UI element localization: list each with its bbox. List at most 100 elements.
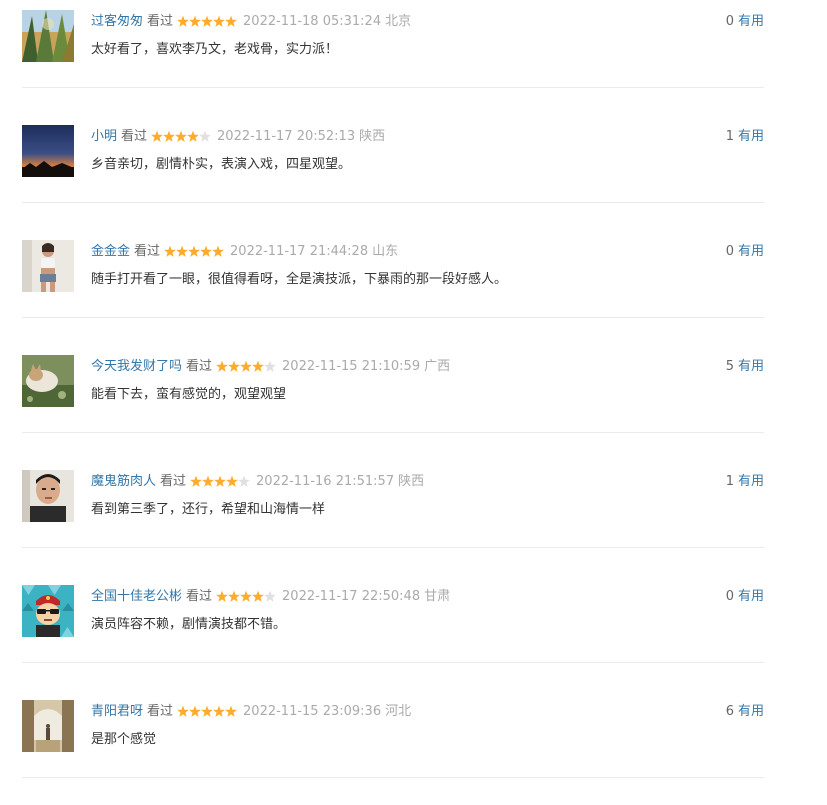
comment-time: 2022-11-15 23:09:36 xyxy=(243,704,382,719)
star-filled-icon xyxy=(202,475,214,487)
star-rating xyxy=(151,130,211,143)
star-filled-icon xyxy=(176,245,188,257)
comment-meta: 青阳君呀 看过 2022-11-15 23:09:36 河北 xyxy=(91,703,411,721)
avatar[interactable] xyxy=(22,700,74,752)
watched-label: 看过 xyxy=(134,244,161,259)
avatar[interactable] xyxy=(22,10,74,62)
star-filled-icon xyxy=(201,15,213,27)
star-rating-icon xyxy=(190,475,250,487)
watched-label: 看过 xyxy=(147,704,174,719)
comment-item: 今天我发财了吗 看过 2022-11-15 21:10:59 广西 5 有用 能看下去，… xyxy=(22,345,764,460)
avatar[interactable] xyxy=(22,125,74,177)
avatar[interactable] xyxy=(22,470,74,522)
star-filled-icon xyxy=(214,475,226,487)
divider xyxy=(22,777,764,778)
useful-button[interactable]: 有用 xyxy=(738,474,764,489)
divider xyxy=(22,87,764,88)
comment-item: 全国十佳老公彬 看过 2022-11-17 22:50:48 甘肃 0 有用 演员阵容不… xyxy=(22,575,764,690)
useful-count: 1 xyxy=(725,129,734,144)
username-link[interactable]: 青阳君呀 xyxy=(91,704,143,719)
useful-button[interactable]: 有用 xyxy=(738,359,764,374)
star-rating xyxy=(216,360,276,373)
star-filled-icon xyxy=(216,360,228,372)
comment-item: 青阳君呀 看过 2022-11-15 23:09:36 河北 6 有用 是那个感觉 xyxy=(22,690,764,805)
username-link[interactable]: 今天我发财了吗 xyxy=(91,359,182,374)
comment-item: 过客匆匆 看过 2022-11-18 05:31:24 北京 0 有用 太好看了，喜欢李… xyxy=(22,0,764,115)
comment-text: 是那个感觉 xyxy=(91,732,157,747)
star-filled-icon xyxy=(189,15,201,27)
useful-count: 0 xyxy=(725,589,734,604)
star-filled-icon xyxy=(252,360,264,372)
useful-count: 0 xyxy=(725,244,734,259)
star-filled-icon xyxy=(177,15,189,27)
divider xyxy=(22,662,764,663)
useful-button[interactable]: 有用 xyxy=(738,589,764,604)
star-rating-icon xyxy=(177,15,237,27)
useful-vote: 0 有用 xyxy=(726,588,764,606)
avatar[interactable] xyxy=(22,240,74,292)
comment-location: 陕西 xyxy=(359,129,386,144)
comment-time: 2022-11-17 22:50:48 xyxy=(282,589,421,604)
watched-label: 看过 xyxy=(121,129,148,144)
useful-vote: 6 有用 xyxy=(726,703,764,721)
useful-count: 0 xyxy=(725,14,734,29)
useful-count: 6 xyxy=(725,704,734,719)
comment-meta: 金金金 看过 2022-11-17 21:44:28 山东 xyxy=(91,243,398,261)
comment-time: 2022-11-16 21:51:57 xyxy=(256,474,395,489)
comment-meta: 小明 看过 2022-11-17 20:52:13 陕西 xyxy=(91,128,385,146)
useful-vote: 0 有用 xyxy=(726,243,764,261)
star-filled-icon xyxy=(190,475,202,487)
username-link[interactable]: 魔鬼筋肉人 xyxy=(91,474,156,489)
useful-count: 5 xyxy=(725,359,734,374)
star-filled-icon xyxy=(213,15,225,27)
comment-text: 太好看了，喜欢李乃文，老戏骨，实力派！ xyxy=(91,42,339,57)
star-rating-icon xyxy=(216,360,276,372)
useful-vote: 5 有用 xyxy=(726,358,764,376)
star-rating-icon xyxy=(164,245,224,257)
useful-button[interactable]: 有用 xyxy=(738,704,764,719)
star-filled-icon xyxy=(228,590,240,602)
cat-photo-icon xyxy=(22,355,74,407)
comment-text: 随手打开看了一眼，很值得看呀，全是演技派，下暴雨的那一段好感人。 xyxy=(91,272,508,287)
sunset-photo-icon xyxy=(22,125,74,177)
star-rating-icon xyxy=(151,130,211,142)
comment-meta: 魔鬼筋肉人 看过 2022-11-16 21:51:57 陕西 xyxy=(91,473,424,491)
star-filled-icon xyxy=(164,245,176,257)
star-rating xyxy=(164,245,224,258)
username-link[interactable]: 金金金 xyxy=(91,244,130,259)
watched-label: 看过 xyxy=(186,589,213,604)
useful-button[interactable]: 有用 xyxy=(738,129,764,144)
avatar[interactable] xyxy=(22,355,74,407)
comment-location: 山东 xyxy=(372,244,399,259)
username-link[interactable]: 过客匆匆 xyxy=(91,14,143,29)
useful-count: 1 xyxy=(725,474,734,489)
star-filled-icon xyxy=(201,705,213,717)
star-filled-icon xyxy=(225,15,237,27)
star-filled-icon xyxy=(252,590,264,602)
star-filled-icon xyxy=(175,130,187,142)
comment-text: 看到第三季了，还行，希望和山海情一样 xyxy=(91,502,326,517)
star-filled-icon xyxy=(240,360,252,372)
username-link[interactable]: 全国十佳老公彬 xyxy=(91,589,182,604)
star-filled-icon xyxy=(216,590,228,602)
avatar[interactable] xyxy=(22,585,74,637)
cartoon-avatar-icon xyxy=(22,585,74,637)
divider xyxy=(22,547,764,548)
watched-label: 看过 xyxy=(147,14,174,29)
comment-text: 演员阵容不赖，剧情演技都不错。 xyxy=(91,617,287,632)
comment-item: 小明 看过 2022-11-17 20:52:13 陕西 1 有用 乡音亲切，剧情朴实，… xyxy=(22,115,764,230)
star-rating-icon xyxy=(216,590,276,602)
star-filled-icon xyxy=(151,130,163,142)
useful-button[interactable]: 有用 xyxy=(738,14,764,29)
star-rating xyxy=(216,590,276,603)
comment-time: 2022-11-17 20:52:13 xyxy=(217,129,356,144)
star-filled-icon xyxy=(189,705,201,717)
star-filled-icon xyxy=(200,245,212,257)
username-link[interactable]: 小明 xyxy=(91,129,117,144)
comment-meta: 全国十佳老公彬 看过 2022-11-17 22:50:48 甘肃 xyxy=(91,588,450,606)
person-photo-icon xyxy=(22,240,74,292)
useful-button[interactable]: 有用 xyxy=(738,244,764,259)
comment-item: 魔鬼筋肉人 看过 2022-11-16 21:51:57 陕西 1 有用 看到第三季了，… xyxy=(22,460,764,575)
comment-time: 2022-11-15 21:10:59 xyxy=(282,359,421,374)
useful-vote: 1 有用 xyxy=(726,128,764,146)
